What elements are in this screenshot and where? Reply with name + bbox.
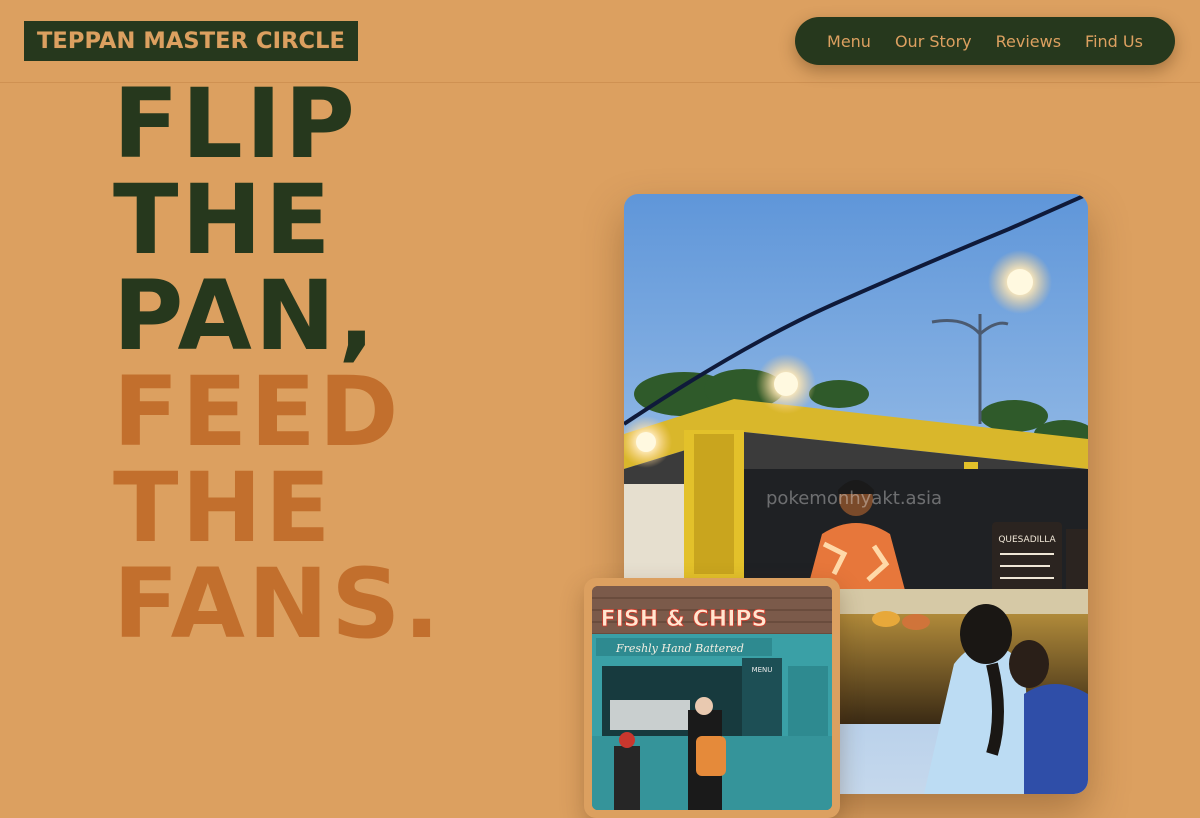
nav-reviews[interactable]: Reviews xyxy=(996,32,1061,51)
headline-line-feed: FEED xyxy=(113,356,402,468)
photo-watermark: pokemonhyakt.asia xyxy=(766,488,942,509)
headline-line-the: THE xyxy=(113,164,334,276)
food-truck-photo: FISH & CHIPS Freshly Hand Battered MENU xyxy=(584,578,840,818)
stall-board-text: QUESADILLA xyxy=(998,535,1056,545)
nav-menu[interactable]: Menu xyxy=(827,32,871,51)
nav-our-story[interactable]: Our Story xyxy=(895,32,972,51)
headline-line-flip: FLIP xyxy=(113,68,358,180)
main-nav: Menu Our Story Reviews Find Us xyxy=(795,17,1175,65)
fish-chips-sign: FISH & CHIPS xyxy=(601,607,768,632)
nav-find-us[interactable]: Find Us xyxy=(1085,32,1143,51)
hero-headline: FLIP THE PAN, FEED THE FANS. xyxy=(113,76,443,652)
truck-subsign: Freshly Hand Battered xyxy=(615,642,744,655)
food-truck-image: FISH & CHIPS Freshly Hand Battered MENU xyxy=(592,586,832,810)
headline-line-the-2: THE xyxy=(113,452,334,564)
headline-line-fans: FANS. xyxy=(113,548,443,660)
headline-line-pan: PAN, xyxy=(113,260,378,372)
truck-menu-label: MENU xyxy=(752,666,773,674)
food-truck-photo-inner: FISH & CHIPS Freshly Hand Battered MENU xyxy=(592,586,832,810)
brand-logo[interactable]: TEPPAN MASTER CIRCLE xyxy=(24,21,358,61)
